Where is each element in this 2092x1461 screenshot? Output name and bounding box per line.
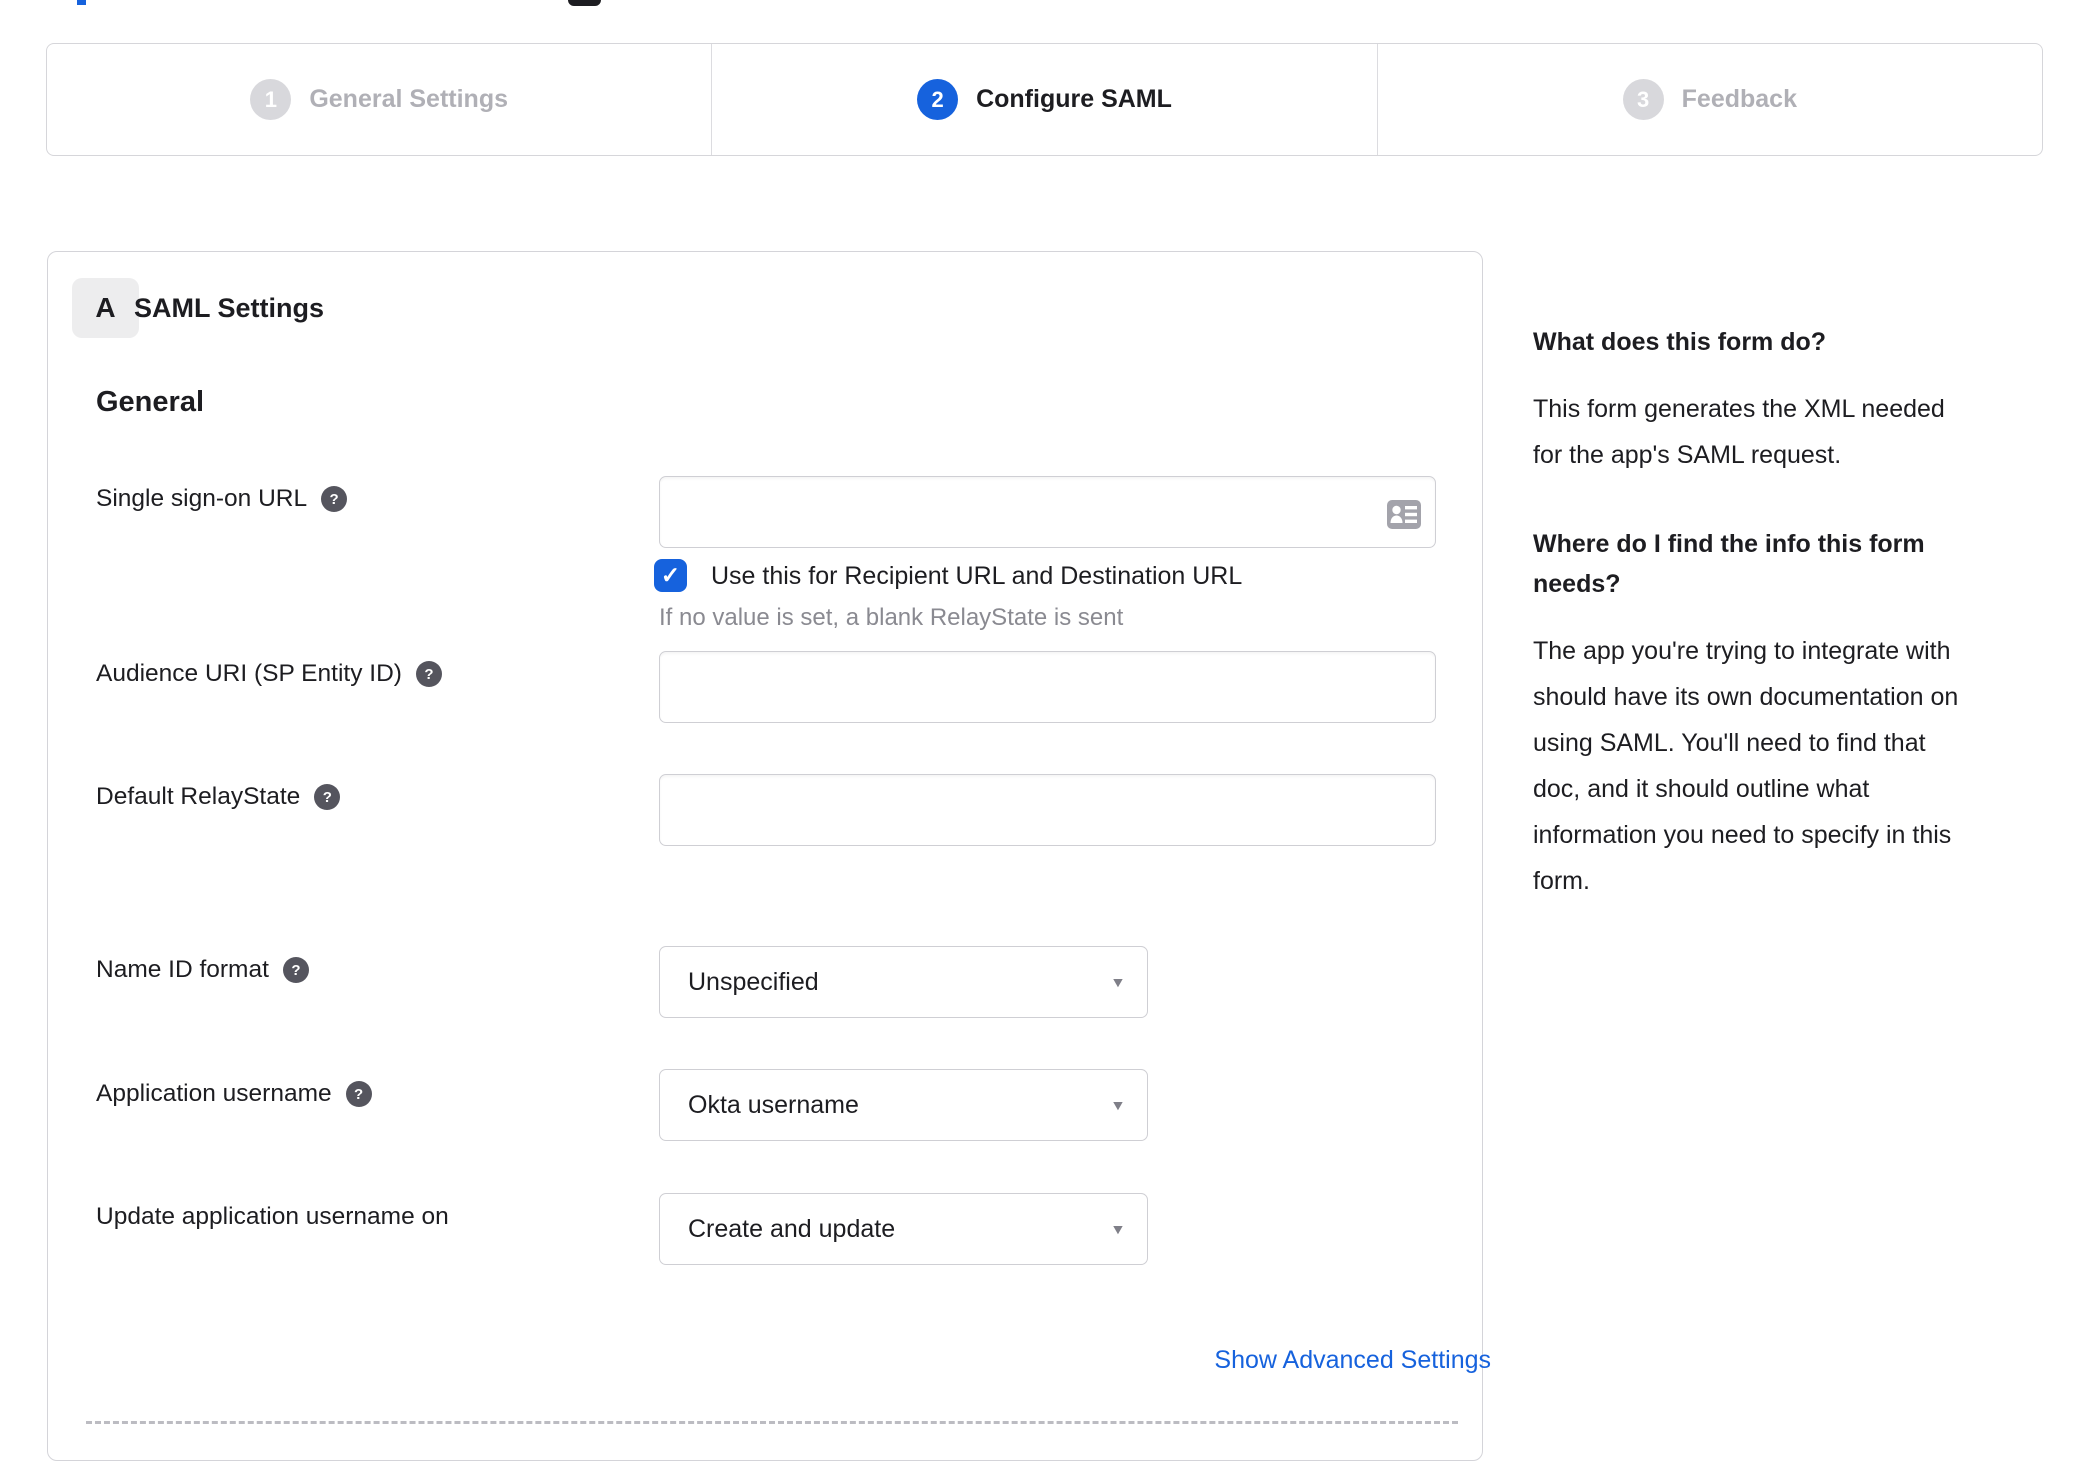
cropped-app-icon-fragment (568, 0, 601, 6)
name-id-format-label-text: Name ID format (96, 956, 269, 983)
name-id-format-help-icon[interactable]: ? (282, 957, 309, 983)
step-number-badge: 2 (917, 79, 959, 120)
section-divider (86, 1421, 1458, 1424)
chevron-down-icon: ▼ (1110, 1221, 1127, 1237)
recipient-url-checkbox[interactable]: ✓ (654, 559, 687, 592)
step-general-settings[interactable]: 1 General Settings (47, 44, 711, 155)
chevron-down-icon: ▼ (1110, 974, 1127, 990)
update-username-value: Create and update (688, 1214, 896, 1243)
name-id-format-select[interactable]: Unspecified ▼ (659, 946, 1148, 1018)
app-username-select[interactable]: Okta username ▼ (659, 1069, 1148, 1141)
step-number-badge: 1 (250, 79, 292, 120)
step-configure-saml[interactable]: 2 Configure SAML (711, 44, 1376, 155)
update-username-label: Update application username on (96, 1203, 449, 1231)
step-label: General Settings (309, 85, 508, 113)
app-username-help-icon[interactable]: ? (345, 1081, 372, 1107)
sso-url-label-text: Single sign-on URL (96, 485, 308, 512)
general-section-heading: General (96, 386, 204, 418)
contact-card-icon[interactable] (1387, 500, 1421, 529)
update-username-select[interactable]: Create and update ▼ (659, 1193, 1148, 1265)
section-a-badge: A (72, 278, 139, 338)
cropped-tab-indicator-fragment (77, 0, 86, 5)
sso-url-help-icon[interactable]: ? (321, 486, 348, 512)
sso-url-label: Single sign-on URL ? (96, 485, 348, 513)
app-username-label-text: Application username (96, 1080, 332, 1107)
audience-uri-help-icon[interactable]: ? (415, 661, 442, 687)
relay-state-label: Default RelayState ? (96, 783, 341, 811)
step-label: Feedback (1681, 85, 1797, 113)
show-advanced-settings-link[interactable]: Show Advanced Settings (659, 1346, 1491, 1375)
step-feedback[interactable]: 3 Feedback (1376, 44, 2042, 155)
audience-uri-input[interactable] (659, 651, 1436, 723)
step-number-badge: 3 (1622, 79, 1664, 120)
saml-settings-panel: A SAML Settings General Single sign-on U… (47, 251, 1491, 1461)
configure-saml-page: { "stepper": { "steps": [ {"number": "1"… (0, 0, 2092, 1461)
step-label: Configure SAML (976, 85, 1172, 113)
recipient-url-checkbox-label: Use this for Recipient URL and Destinati… (711, 562, 1243, 590)
help-heading-where: Where do I find the info this form needs… (1533, 530, 1925, 598)
relay-state-helper-text: If no value is set, a blank RelayState i… (659, 604, 1124, 631)
app-username-value: Okta username (688, 1090, 859, 1119)
app-username-label: Application username ? (96, 1080, 372, 1108)
help-paragraph-what: This form generates the XML needed for t… (1533, 395, 1945, 469)
name-id-format-value: Unspecified (688, 967, 819, 996)
panel-title: SAML Settings (134, 293, 325, 323)
update-username-label-text: Update application username on (96, 1203, 449, 1230)
sso-url-input[interactable] (659, 476, 1436, 548)
audience-uri-label: Audience URI (SP Entity ID) ? (96, 660, 442, 688)
audience-uri-label-text: Audience URI (SP Entity ID) (96, 660, 402, 687)
relay-state-label-text: Default RelayState (96, 783, 301, 810)
help-paragraph-where: The app you're trying to integrate with … (1533, 637, 1959, 895)
relay-state-input[interactable] (659, 774, 1436, 846)
help-heading-what: What does this form do? (1533, 328, 1827, 356)
name-id-format-label: Name ID format ? (96, 956, 309, 984)
wizard-stepper: 1 General Settings 2 Configure SAML 3 Fe… (46, 43, 2043, 156)
relay-state-help-icon[interactable]: ? (314, 784, 341, 810)
help-sidebar: What does this form do? This form genera… (1533, 322, 2045, 904)
chevron-down-icon: ▼ (1110, 1097, 1127, 1113)
